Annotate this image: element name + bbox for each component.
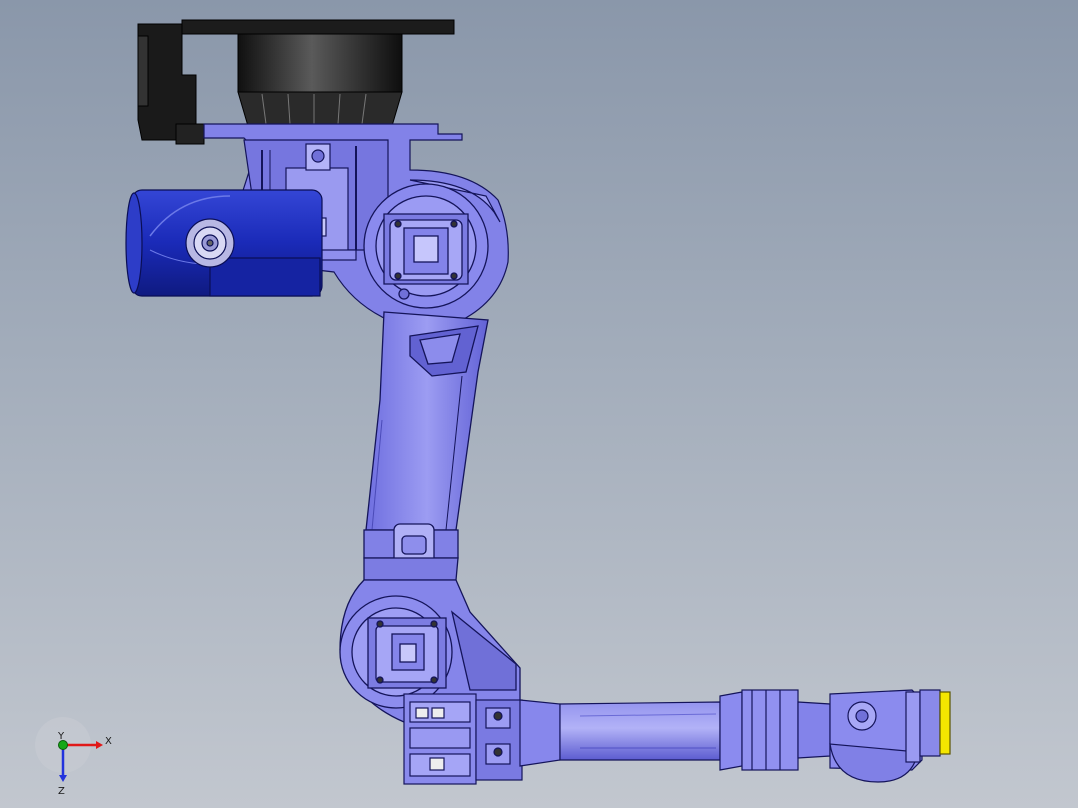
forearm[interactable] — [519, 689, 799, 771]
base-side-fin — [137, 35, 149, 107]
x-axis-label: X — [105, 736, 112, 747]
shoulder-motor[interactable] — [125, 189, 323, 297]
x-arrowhead-icon — [96, 741, 103, 749]
shoulder-joint[interactable] — [363, 183, 489, 309]
base-top-plate — [181, 19, 455, 35]
base-bracket — [175, 123, 205, 145]
upper-arm[interactable] — [363, 311, 489, 581]
y-axis-label: Y — [57, 731, 65, 742]
tool-flange[interactable] — [939, 691, 951, 755]
z-axis-label: Z — [58, 786, 65, 797]
orientation-triad: X Y Z — [35, 717, 112, 797]
elbow-motor-block[interactable] — [403, 693, 523, 785]
base-drum — [237, 33, 403, 93]
z-arrowhead-icon — [59, 775, 67, 782]
cad-viewport[interactable]: X Y Z — [0, 0, 1078, 808]
wrist-assembly[interactable] — [797, 689, 941, 783]
robot-model[interactable]: X Y Z — [0, 0, 1078, 808]
